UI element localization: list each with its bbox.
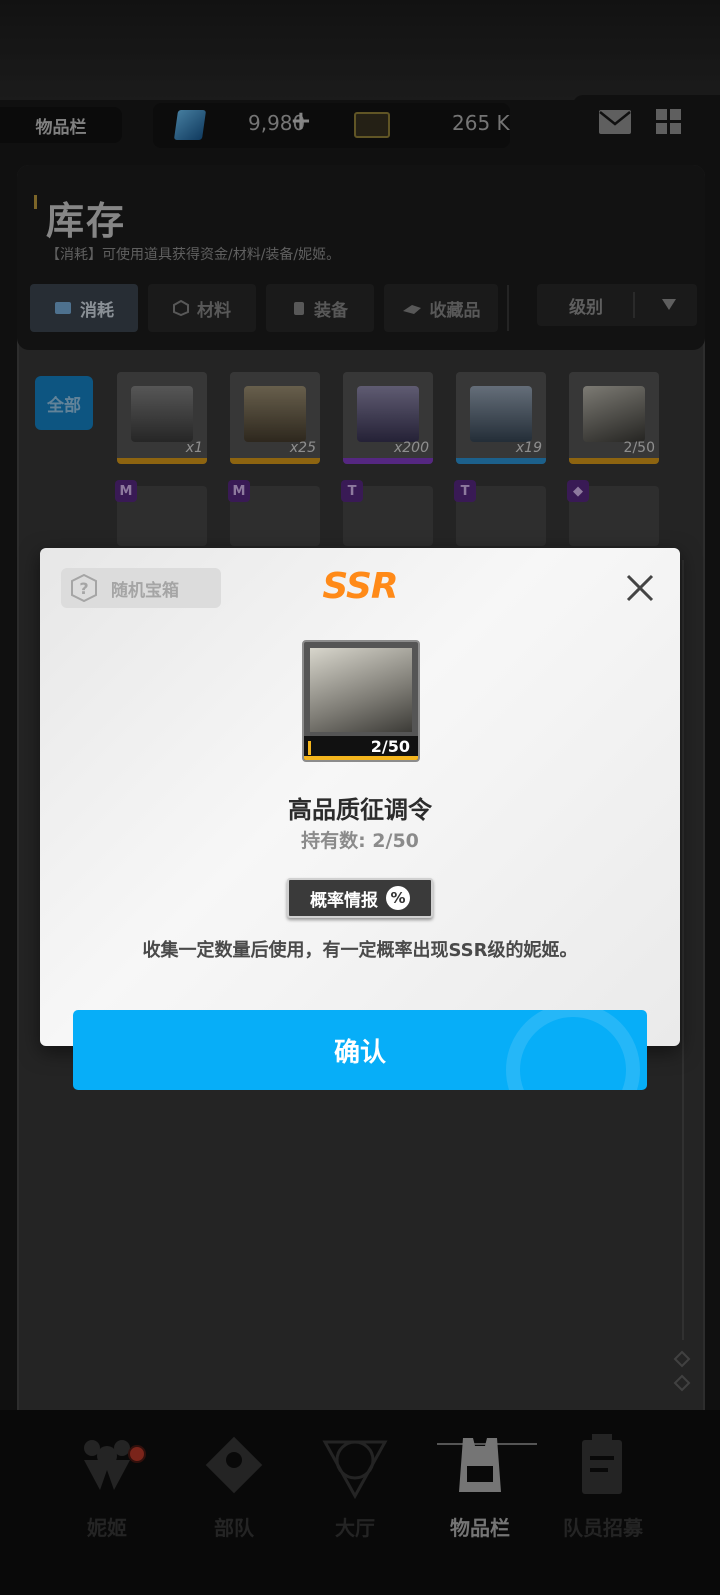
item-name: 高品质征调令 bbox=[288, 796, 432, 824]
held-count: 持有数: 2/50 bbox=[301, 830, 419, 852]
probability-label: 概率情报 bbox=[310, 890, 378, 911]
item-type-chip: ? 随机宝箱 bbox=[61, 568, 221, 608]
watermark-icon bbox=[506, 1010, 640, 1090]
percent-icon: % bbox=[386, 886, 410, 910]
requisition-document-icon bbox=[310, 648, 412, 732]
item-description: 收集一定数量后使用，有一定概率出现SSR级的妮姬。 bbox=[142, 940, 578, 961]
rarity-label: SSR bbox=[322, 566, 398, 607]
help-icon: ? bbox=[71, 574, 97, 602]
close-icon[interactable] bbox=[620, 568, 660, 608]
confirm-button[interactable]: 确认 bbox=[73, 1010, 647, 1090]
svg-text:?: ? bbox=[79, 579, 88, 598]
item-card: 2/50 bbox=[302, 640, 420, 762]
confirm-label: 确认 bbox=[333, 1037, 386, 1068]
item-type-label: 随机宝箱 bbox=[111, 580, 179, 601]
item-card-count: 2/50 bbox=[370, 737, 410, 756]
probability-info-button[interactable]: 概率情报 % bbox=[287, 878, 433, 918]
item-card-accent bbox=[308, 741, 311, 755]
